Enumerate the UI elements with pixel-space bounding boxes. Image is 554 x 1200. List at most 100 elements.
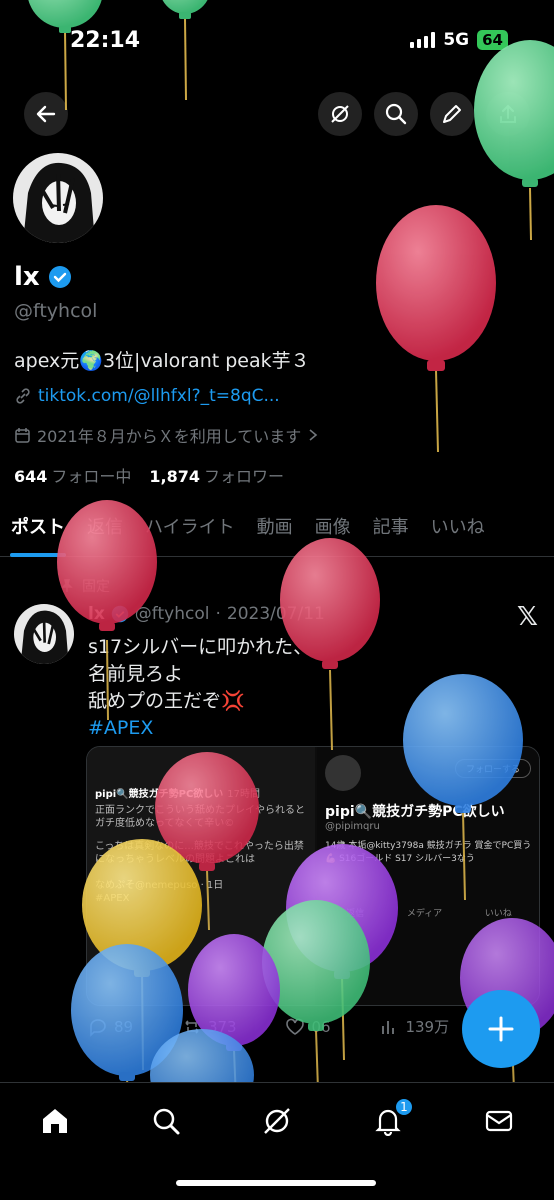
grok-icon <box>264 1108 290 1134</box>
balloon-red <box>376 205 496 453</box>
home-icon <box>43 1109 67 1133</box>
chevron-right-icon <box>309 429 318 441</box>
notification-badge: 1 <box>394 1097 414 1117</box>
post-body: s17シルバーに叩かれた、 名前見ろよ 舐めプの王だぞ💢 #APEX <box>88 634 312 742</box>
views-count: 139万 <box>405 1018 450 1036</box>
network-type: 5G <box>443 30 470 50</box>
status-time: 22:14 <box>70 28 141 53</box>
post-header: lx @ftyhcol · 2023/07/11 <box>88 604 325 624</box>
media-left-panel: pipi🔍競技ガチ勢PC欲しい 17時間 正面ランクでこういう舐めたプレイやられる… <box>87 747 315 1005</box>
profile-avatar[interactable] <box>10 150 106 246</box>
battery-icon: 64 <box>477 30 508 50</box>
repost-button[interactable]: 373 <box>182 1016 237 1037</box>
like-count: 06 <box>311 1017 331 1036</box>
tab-videos[interactable]: 動画 <box>246 505 304 556</box>
followers-label: フォロワー <box>204 467 285 486</box>
tab-likes[interactable]: いいね <box>420 505 496 556</box>
media-right-handle: @pipimqru <box>325 821 380 832</box>
profile-link-text[interactable]: tiktok.com/@llhfxl?_t=8qC... <box>38 386 280 406</box>
reply-count: 89 <box>114 1017 134 1036</box>
back-button[interactable] <box>24 92 68 136</box>
post-date-separator: · <box>215 604 221 624</box>
reply-icon <box>90 1018 106 1037</box>
media-left-title: pipi🔍競技ガチ勢PC欲しい <box>95 789 224 800</box>
pencil-icon <box>443 105 461 123</box>
grok-button[interactable] <box>318 92 362 136</box>
tab-articles[interactable]: 記事 <box>362 505 420 556</box>
share-icon <box>500 104 516 123</box>
repost-icon <box>185 1019 199 1034</box>
media-left-text2: こっちは真剣なのに...競技でこれやったら出禁になっちゃうレベルの問題よこれは <box>95 841 304 865</box>
home-indicator <box>176 1180 376 1186</box>
x-logo-icon: 𝕏 <box>517 602 538 632</box>
media-right-tabs: 返信 メディア いいね <box>325 906 533 919</box>
pin-icon <box>61 579 73 592</box>
profile-name-row: lx <box>14 262 72 292</box>
media-left-hashtag: #APEX <box>95 893 130 904</box>
following-stat[interactable]: 644 フォロー中 <box>14 463 131 487</box>
like-button[interactable]: 06 <box>285 1016 331 1037</box>
share-button[interactable] <box>486 92 530 136</box>
post-line: 名前見ろよ <box>88 663 184 685</box>
profile-handle: @ftyhcol <box>14 300 98 322</box>
verified-badge-icon[interactable] <box>48 265 72 289</box>
post-date: 2023/07/11 <box>226 604 325 624</box>
nav-notifications[interactable]: 1 <box>368 1097 414 1141</box>
media-right-tab: 返信 <box>346 909 365 919</box>
tab-images[interactable]: 画像 <box>304 505 362 556</box>
anime-avatar-image <box>14 604 74 664</box>
status-indicators: 5G 64 <box>410 30 508 50</box>
verified-badge-icon <box>111 605 129 623</box>
media-left-text: 正面ランクでこういう舐めたプレイやられるとガチ度低めなってなくて辛い© <box>95 805 305 829</box>
back-arrow-icon <box>36 105 56 123</box>
media-right-tab: いいね <box>484 909 512 919</box>
post-avatar[interactable] <box>14 604 74 664</box>
signal-icon <box>410 32 436 48</box>
tab-posts[interactable]: ポスト <box>0 505 76 557</box>
edit-button[interactable] <box>430 92 474 136</box>
media-right-tab: メディア <box>406 909 443 919</box>
profile-name: lx <box>14 262 40 292</box>
heart-icon <box>286 1018 305 1035</box>
profile-bio: apex元🌍3位|valorant peak芋３ <box>14 350 310 372</box>
profile-tabs: ポスト 返信 ハイライト 動画 画像 記事 いいね <box>0 505 554 557</box>
following-label: フォロー中 <box>51 467 132 486</box>
post-author-name[interactable]: lx <box>88 604 105 624</box>
profile-joined[interactable]: 2021年８月からＸを利用しています <box>14 423 319 447</box>
profile-link[interactable]: tiktok.com/@llhfxl?_t=8qC... <box>14 386 280 406</box>
reply-button[interactable]: 89 <box>88 1016 133 1037</box>
views-chart-icon <box>382 1020 395 1034</box>
nav-grok[interactable] <box>257 1101 297 1141</box>
media-right-name: pipi🔍競技ガチ勢PC欲しい <box>325 804 505 820</box>
link-icon <box>16 388 30 404</box>
views-button[interactable]: 139万 <box>379 1016 449 1037</box>
post-line: 舐めプの王だぞ💢 <box>88 690 245 712</box>
follow-stats: 644 フォロー中 1,874 フォロワー <box>14 463 284 487</box>
calendar-icon <box>15 427 30 443</box>
tab-highlights[interactable]: ハイライト <box>134 505 246 556</box>
nav-home[interactable] <box>35 1101 75 1141</box>
media-right-avatar <box>325 755 361 791</box>
mail-icon <box>485 1110 513 1132</box>
profile-joined-text: 2021年８月からＸを利用しています <box>37 427 302 446</box>
post-author-handle: @ftyhcol <box>134 604 210 624</box>
search-icon <box>153 1108 180 1135</box>
nav-messages[interactable] <box>479 1101 519 1141</box>
media-left-reply: なめぷそ@nemepuso · 1日 <box>95 880 224 891</box>
search-icon <box>385 103 407 125</box>
media-left-time: 17時間 <box>227 789 261 800</box>
nav-search[interactable] <box>146 1101 186 1141</box>
repost-count: 373 <box>207 1017 237 1036</box>
media-right-panel: フォローする pipi🔍競技ガチ勢PC欲しい @pipimqru 14歳 本垢@… <box>317 747 539 1005</box>
post-line: s17シルバーに叩かれた、 <box>88 636 313 658</box>
post-media-card[interactable]: pipi🔍競技ガチ勢PC欲しい 17時間 正面ランクでこういう舐めたプレイやられる… <box>86 746 540 1006</box>
post-hashtag[interactable]: #APEX <box>88 715 312 742</box>
grok-icon <box>331 105 349 123</box>
followers-stat[interactable]: 1,874 フォロワー <box>149 463 284 487</box>
search-button[interactable] <box>374 92 418 136</box>
pinned-indicator: 固定 <box>60 576 110 596</box>
compose-post-button[interactable] <box>462 990 540 1068</box>
following-count: 644 <box>14 467 48 486</box>
tab-replies[interactable]: 返信 <box>76 505 134 556</box>
anime-avatar-image <box>13 153 103 243</box>
